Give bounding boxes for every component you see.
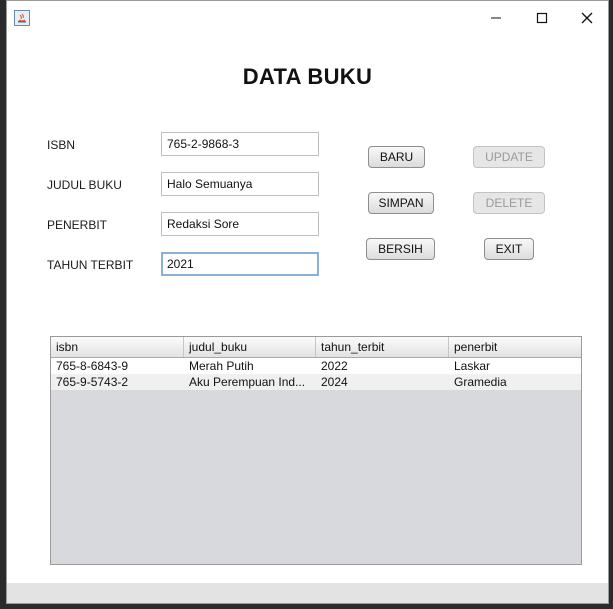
- table-row[interactable]: 765-8-6843-9 Merah Putih 2022 Laskar: [51, 358, 581, 374]
- minimize-button[interactable]: [481, 7, 511, 29]
- table-header: isbn judul_buku tahun_terbit penerbit: [51, 337, 581, 358]
- penerbit-field[interactable]: Redaksi Sore: [161, 212, 319, 236]
- isbn-field[interactable]: 765-2-9868-3: [161, 132, 319, 156]
- table-cell: 765-8-6843-9: [56, 359, 129, 373]
- bottom-bar: [7, 583, 608, 603]
- table-cell: Merah Putih: [189, 359, 254, 373]
- table-row[interactable]: 765-9-5743-2 Aku Perempuan Ind... 2024 G…: [51, 374, 581, 390]
- maximize-icon: [536, 12, 548, 24]
- book-table[interactable]: isbn judul_buku tahun_terbit penerbit 76…: [50, 336, 582, 565]
- delete-button[interactable]: DELETE: [473, 192, 545, 214]
- close-button[interactable]: [572, 7, 602, 29]
- close-icon: [581, 12, 593, 24]
- simpan-button[interactable]: SIMPAN: [368, 192, 434, 214]
- penerbit-label: PENERBIT: [47, 218, 108, 232]
- tahun-terbit-field[interactable]: 2021: [161, 252, 319, 276]
- bersih-button[interactable]: BERSIH: [366, 238, 435, 260]
- isbn-label: ISBN: [47, 138, 76, 152]
- column-header-penerbit[interactable]: penerbit: [449, 337, 581, 357]
- update-button[interactable]: UPDATE: [473, 146, 545, 168]
- page-title: DATA BUKU: [242, 64, 373, 89]
- column-header-judul-buku[interactable]: judul_buku: [184, 337, 316, 357]
- table-cell: 2022: [321, 359, 348, 373]
- exit-button[interactable]: EXIT: [484, 238, 534, 260]
- judul-buku-field[interactable]: Halo Semuanya: [161, 172, 319, 196]
- app-window: DATA BUKU ISBN JUDUL BUKU PENERBIT TAHUN…: [6, 0, 609, 604]
- minimize-icon: [491, 17, 501, 19]
- form-panel: DATA BUKU ISBN JUDUL BUKU PENERBIT TAHUN…: [7, 35, 608, 583]
- column-header-isbn[interactable]: isbn: [51, 337, 184, 357]
- table-cell: Laskar: [454, 359, 491, 373]
- java-app-icon: [14, 10, 30, 26]
- maximize-button[interactable]: [527, 7, 557, 29]
- tahun-terbit-label: TAHUN TERBIT: [47, 258, 134, 272]
- table-cell: 765-9-5743-2: [56, 375, 129, 389]
- table-cell: Gramedia: [454, 375, 507, 389]
- judul-buku-label: JUDUL BUKU: [47, 178, 122, 192]
- column-header-tahun-terbit[interactable]: tahun_terbit: [316, 337, 449, 357]
- baru-button[interactable]: BARU: [368, 146, 425, 168]
- table-cell: 2024: [321, 375, 348, 389]
- table-cell: Aku Perempuan Ind...: [189, 375, 306, 389]
- title-bar[interactable]: [7, 1, 608, 35]
